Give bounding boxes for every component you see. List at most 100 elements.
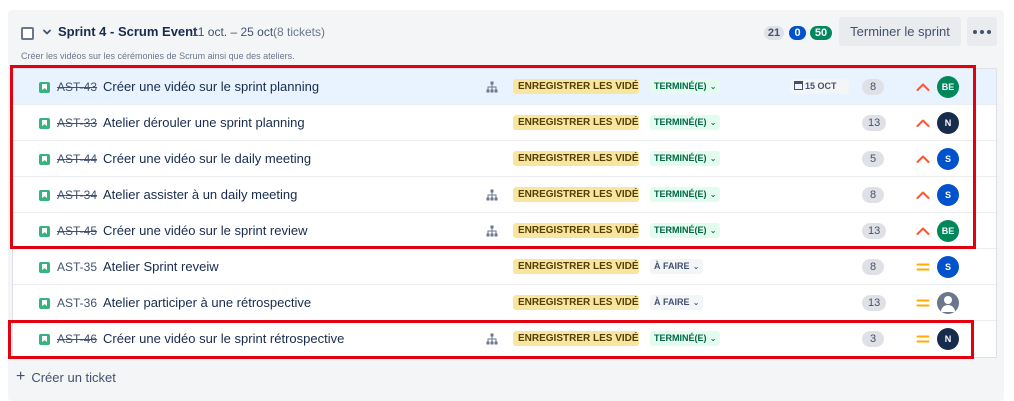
status-label: TERMINÉ(E) [654,153,707,163]
status-dropdown[interactable]: TERMINÉ(E) ⌄ [650,115,721,130]
sprint-select-checkbox[interactable] [21,27,34,40]
avatar[interactable]: BE [937,76,959,98]
sprint-ticket-count: (8 tickets) [273,25,326,39]
epic-badge[interactable]: ENREGISTRER LES VIDÉ... [513,79,639,94]
issue-key[interactable]: AST-46 [57,332,97,346]
status-dropdown[interactable]: À FAIRE ⌄ [650,295,704,310]
epic-badge[interactable]: ENREGISTRER LES VIDÉ... [513,151,639,166]
in-progress-count-badge: 0 [789,26,806,40]
issue-summary[interactable]: Atelier assister à un daily meeting [103,187,297,202]
issue-summary[interactable]: Atelier Sprint reveiw [103,259,219,274]
status-dropdown[interactable]: À FAIRE ⌄ [650,259,704,274]
issue-summary[interactable]: Créer une vidéo sur le sprint rétrospect… [103,331,344,346]
priority-high-icon[interactable] [916,153,930,165]
issue-row[interactable]: AST-46 Créer une vidéo sur le sprint rétr… [13,321,996,357]
story-icon [39,190,50,201]
chevron-down-icon: ⌄ [707,154,717,163]
issue-summary[interactable]: Créer une vidéo sur le sprint planning [103,79,319,94]
story-icon [39,226,50,237]
unassigned-avatar-icon[interactable] [937,292,959,314]
priority-medium-icon[interactable] [916,333,930,345]
story-icon [39,82,50,93]
story-points-badge[interactable]: 5 [862,151,884,167]
issue-key[interactable]: AST-35 [57,260,97,274]
issue-list: AST-43 Créer une vidéo sur le sprint plan… [12,68,997,358]
issue-summary[interactable]: Atelier participer à une rétrospective [103,295,311,310]
child-issues-icon[interactable] [486,189,498,201]
avatar[interactable]: S [937,256,959,278]
story-points-badge[interactable]: 13 [862,115,887,131]
status-label: TERMINÉ(E) [654,225,707,235]
issue-row[interactable]: AST-43 Créer une vidéo sur le sprint plan… [13,69,996,105]
issue-key[interactable]: AST-44 [57,152,97,166]
more-horizontal-icon[interactable] [967,17,997,46]
story-points-badge[interactable]: 13 [862,295,887,311]
issue-row[interactable]: AST-33 Atelier dérouler une sprint planni… [13,105,996,141]
issue-row[interactable]: AST-34 Atelier assister à un daily meetin… [13,177,996,213]
epic-badge[interactable]: ENREGISTRER LES VIDÉ... [513,331,639,346]
child-issues-icon[interactable] [486,225,498,237]
issue-key[interactable]: AST-34 [57,188,97,202]
priority-high-icon[interactable] [916,81,930,93]
issue-row[interactable]: AST-35 Atelier Sprint reveiw ENREGISTRER L… [13,249,996,285]
issue-key[interactable]: AST-33 [57,116,97,130]
issue-key[interactable]: AST-36 [57,296,97,310]
plus-icon: + [16,368,26,385]
epic-badge[interactable]: ENREGISTRER LES VIDÉ... [513,259,639,274]
child-issues-icon[interactable] [486,333,498,345]
priority-high-icon[interactable] [916,117,930,129]
issue-key[interactable]: AST-43 [57,80,97,94]
create-ticket-button[interactable]: + Créer un ticket [16,367,116,387]
status-label: TERMINÉ(E) [654,81,707,91]
child-issues-icon[interactable] [486,81,498,93]
due-date-label: 15 OCT [805,81,837,91]
end-sprint-button[interactable]: Terminer le sprint [839,17,961,46]
status-dropdown[interactable]: TERMINÉ(E) ⌄ [650,151,721,166]
status-dropdown[interactable]: TERMINÉ(E) ⌄ [650,331,721,346]
story-points-badge[interactable]: 13 [862,223,887,239]
calendar-icon [794,81,803,90]
issue-row[interactable]: AST-44 Créer une vidéo sur le daily meeti… [13,141,996,177]
issue-row[interactable]: AST-45 Créer une vidéo sur le sprint revi… [13,213,996,249]
priority-medium-icon[interactable] [916,261,930,273]
issue-summary[interactable]: Atelier dérouler une sprint planning [103,115,305,130]
status-label: À FAIRE [654,297,690,307]
status-label: TERMINÉ(E) [654,189,707,199]
priority-high-icon[interactable] [916,189,930,201]
story-points-badge[interactable]: 8 [862,79,884,95]
avatar[interactable]: S [937,148,959,170]
avatar[interactable]: BE [937,220,959,242]
chevron-down-icon: ⌄ [707,334,717,343]
story-points-badge[interactable]: 8 [862,259,884,275]
epic-badge[interactable]: ENREGISTRER LES VIDÉ... [513,223,639,238]
chevron-down-icon: ⌄ [707,226,717,235]
issue-summary[interactable]: Créer une vidéo sur le sprint review [103,223,307,238]
status-dropdown[interactable]: TERMINÉ(E) ⌄ [650,79,721,94]
status-dropdown[interactable]: TERMINÉ(E) ⌄ [650,223,721,238]
due-date-badge: 15 OCT [790,79,849,94]
story-icon [39,154,50,165]
story-points-badge[interactable]: 8 [862,187,884,203]
sprint-title: Sprint 4 - Scrum Event [58,24,198,39]
epic-badge[interactable]: ENREGISTRER LES VIDÉ... [513,187,639,202]
epic-badge[interactable]: ENREGISTRER LES VIDÉ... [513,295,639,310]
story-points-badge[interactable]: 3 [862,331,884,347]
epic-badge[interactable]: ENREGISTRER LES VIDÉ... [513,115,639,130]
priority-high-icon[interactable] [916,225,930,237]
issue-row[interactable]: AST-36 Atelier participer à une rétrospec… [13,285,996,321]
chevron-down-icon: ⌄ [690,298,700,307]
issue-key[interactable]: AST-45 [57,224,97,238]
create-ticket-label: Créer un ticket [31,369,116,385]
avatar[interactable]: N [937,328,959,350]
story-icon [39,262,50,273]
priority-medium-icon[interactable] [916,297,930,309]
chevron-down-icon[interactable] [41,26,53,38]
issue-summary[interactable]: Créer une vidéo sur le daily meeting [103,151,311,166]
sprint-dates: 11 oct. – 25 oct. [192,25,277,39]
avatar[interactable]: S [937,184,959,206]
done-count-badge: 50 [810,26,832,40]
avatar[interactable]: N [937,112,959,134]
sprint-panel: Sprint 4 - Scrum Event 11 oct. – 25 oct.… [8,10,1004,401]
status-dropdown[interactable]: TERMINÉ(E) ⌄ [650,187,721,202]
story-icon [39,334,50,345]
